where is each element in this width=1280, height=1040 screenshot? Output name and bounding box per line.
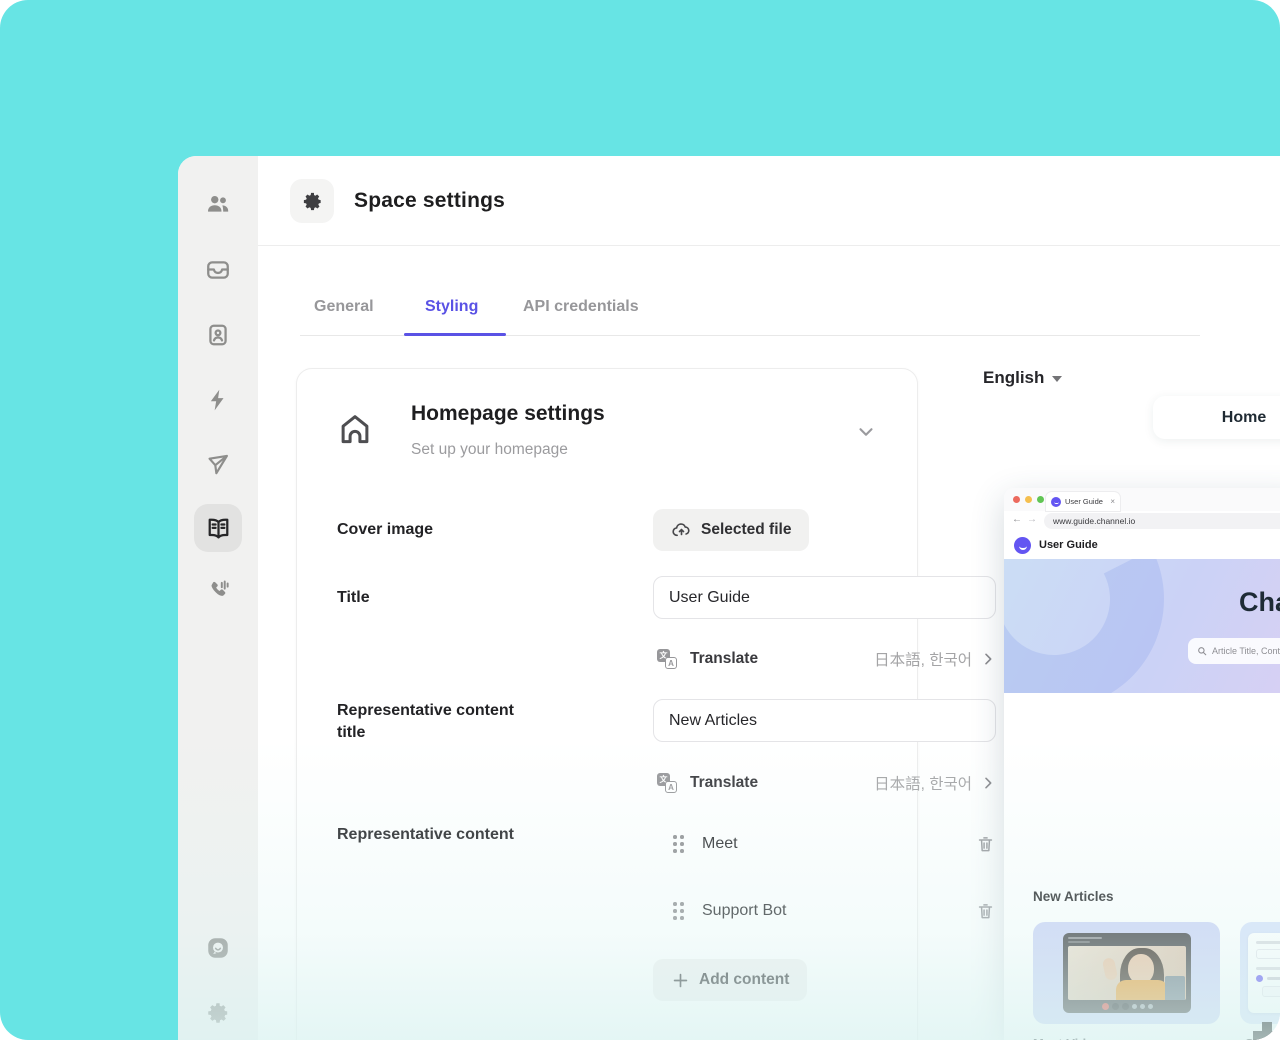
sidebar-item-contacts[interactable]: [194, 311, 242, 359]
chevron-down-icon[interactable]: [855, 421, 877, 443]
add-content-button[interactable]: Add content: [653, 959, 808, 1001]
hero-title: Channel: [1239, 587, 1280, 617]
trash-icon[interactable]: [976, 834, 995, 854]
preview-home-tab[interactable]: Home: [1153, 396, 1280, 439]
translate-icon: 文A: [657, 649, 677, 669]
inbox-icon: [207, 261, 229, 279]
search-icon: [1198, 647, 1207, 656]
drag-handle-icon[interactable]: [673, 835, 684, 853]
translate-row-title[interactable]: 文A Translate 日本語, 한국어: [657, 647, 996, 671]
translate-label: Translate: [690, 774, 759, 791]
sidebar-item-calls[interactable]: [194, 567, 242, 615]
site-logo-icon: [1014, 536, 1031, 554]
sidebar-item-inbox[interactable]: [194, 246, 242, 294]
translate-languages: 日本語, 한국어: [874, 652, 972, 669]
site-header: User Guide: [1004, 531, 1280, 559]
new-articles-heading: New Articles: [1033, 889, 1114, 904]
translate-icon: 文A: [657, 773, 677, 793]
translate-row-rep-title[interactable]: 文A Translate 日本語, 한국어: [657, 771, 996, 795]
home-icon: [341, 415, 369, 444]
selected-file-button[interactable]: Selected file: [653, 509, 810, 551]
language-dropdown[interactable]: English: [983, 368, 1063, 388]
sidebar-item-automation[interactable]: [194, 376, 242, 424]
channel-logo-icon: [208, 938, 228, 958]
translate-languages: 日本語, 한국어: [874, 776, 972, 793]
page-title: Space settings: [354, 189, 506, 212]
content-item-row: Support Bot: [673, 898, 995, 924]
search-placeholder: Article Title, Content: [1212, 646, 1280, 656]
sidebar-item-teammates[interactable]: [194, 180, 242, 228]
chat-thumbnail: [1248, 933, 1280, 1013]
browser-url-bar: www.guide.channel.io: [1044, 513, 1280, 529]
phone-call-icon: [211, 580, 229, 596]
selected-file-label: Selected file: [701, 521, 792, 538]
sidebar-item-channel[interactable]: [194, 924, 242, 972]
gear-icon: [208, 1003, 228, 1023]
sidebar-item-settings[interactable]: [194, 989, 242, 1037]
article-title: Meet Video: [1033, 1036, 1101, 1040]
card-title: Homepage settings: [411, 402, 605, 425]
contact-card-icon: [209, 324, 227, 346]
browser-tab: User Guide ×: [1046, 492, 1120, 511]
translate-label: Translate: [690, 650, 759, 667]
hero-swoosh-shape: [1004, 559, 1193, 693]
plus-icon: [673, 973, 688, 987]
drag-handle-icon[interactable]: [673, 902, 684, 920]
hero-search-box: Article Title, Content: [1188, 638, 1280, 664]
cursor-fragment: [1253, 1031, 1280, 1040]
traffic-red-icon: [1013, 496, 1020, 503]
tab-close-icon: ×: [1110, 497, 1115, 506]
lightning-icon: [210, 389, 224, 411]
page-header: Space settings: [258, 156, 1280, 246]
sidebar: [178, 156, 258, 1040]
title-input[interactable]: [653, 576, 996, 619]
tab-api-credentials[interactable]: API credentials: [523, 298, 639, 316]
card-subtitle: Set up your homepage: [411, 441, 568, 458]
rep-content-title-input[interactable]: [653, 699, 996, 742]
paper-plane-icon: [208, 454, 228, 475]
tab-general[interactable]: General: [314, 298, 374, 316]
content-item-label: Meet: [702, 835, 738, 852]
cover-image-label: Cover image: [337, 521, 434, 538]
gear-icon: [303, 192, 321, 210]
traffic-green-icon: [1037, 496, 1044, 503]
home-tab-label: Home: [1221, 408, 1267, 426]
page-icon-container: [290, 179, 334, 223]
tab-styling[interactable]: Styling: [425, 298, 478, 316]
content-item-label: Support Bot: [702, 902, 787, 919]
rep-content-title-label: Representative content title: [337, 702, 514, 741]
favicon-channel-icon: [1051, 496, 1061, 507]
open-book-icon: [208, 518, 228, 538]
video-call-thumbnail: [1063, 933, 1191, 1013]
site-name: User Guide: [1039, 539, 1098, 551]
traffic-yellow-icon: [1025, 496, 1032, 503]
rep-content-label: Representative content: [337, 826, 514, 843]
trash-icon[interactable]: [976, 901, 995, 921]
sidebar-item-campaigns[interactable]: [194, 441, 242, 489]
browser-back-icon: ←: [1012, 514, 1022, 525]
title-label: Title: [337, 589, 370, 606]
article-card-meet: [1033, 922, 1220, 1024]
chevron-right-icon: [985, 777, 992, 789]
browser-tab-title: User Guide: [1065, 497, 1103, 506]
chevron-right-icon: [985, 653, 992, 665]
language-value: English: [983, 368, 1045, 387]
site-hero: Channel Article Title, Content: [1004, 559, 1280, 693]
app-window: Space settings General Styling API crede…: [178, 156, 1280, 1040]
url-text: www.guide.channel.io: [1053, 516, 1136, 526]
sidebar-item-guide[interactable]: [194, 504, 242, 552]
browser-tabstrip: User Guide ×: [1004, 488, 1280, 511]
article-card-support: [1240, 922, 1280, 1024]
active-tab-underline: [404, 333, 506, 336]
people-icon: [208, 195, 229, 212]
cloud-upload-icon: [672, 522, 690, 536]
homepage-settings-card: Homepage settings Set up your homepage C…: [296, 368, 996, 1040]
site-preview-browser: User Guide × ← → www.guide.channel.io Us…: [1004, 488, 1280, 1040]
screenshot-root: Space settings General Styling API crede…: [0, 0, 1280, 1040]
browser-forward-icon: →: [1027, 514, 1037, 525]
dropdown-arrow-icon: [1052, 376, 1063, 382]
add-content-label: Add content: [699, 971, 790, 988]
cursor-fragment: [1262, 1022, 1272, 1031]
content-item-row: Meet: [673, 831, 995, 857]
